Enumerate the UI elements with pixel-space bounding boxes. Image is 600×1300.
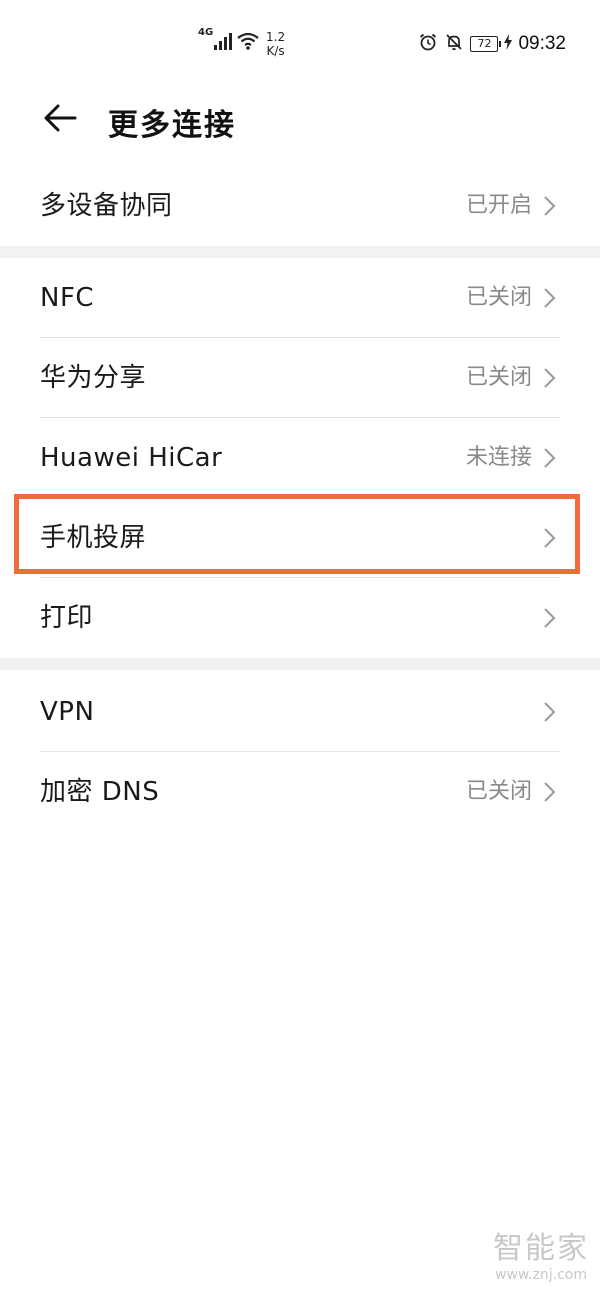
- list-item-label: 多设备协同: [40, 191, 173, 221]
- chevron-right-icon: [544, 782, 556, 802]
- section-gap: [0, 658, 600, 670]
- chevron-right-icon: [544, 288, 556, 308]
- highlight-box: [14, 494, 580, 574]
- clock: 09:32: [518, 33, 566, 54]
- charging-icon: [504, 34, 513, 54]
- list-item-nfc[interactable]: NFC 已关闭: [0, 258, 600, 338]
- list-item-status: 已关闭: [465, 779, 532, 804]
- list-item-hicar[interactable]: Huawei HiCar 未连接: [0, 418, 600, 498]
- list-item-status: 已关闭: [465, 365, 532, 390]
- list-item-label: NFC: [40, 283, 95, 313]
- chevron-right-icon: [544, 448, 556, 468]
- chevron-right-icon: [544, 608, 556, 628]
- list-item-print[interactable]: 打印: [0, 578, 600, 658]
- status-bar-right: 72 09:32: [418, 32, 566, 56]
- chevron-right-icon: [544, 702, 556, 722]
- list-item-status: 未连接: [465, 445, 532, 470]
- status-bar: 4G 1.2 K/s 72 09:32: [0, 0, 600, 86]
- list-item-multi-device[interactable]: 多设备协同 已开启: [0, 166, 600, 246]
- list-item-status: 已开启: [465, 193, 532, 218]
- list-item-label: VPN: [40, 697, 95, 727]
- app-header: 更多连接: [0, 86, 600, 156]
- page-title: 更多连接: [108, 108, 236, 143]
- watermark: 智能家 www.znj.com: [488, 1232, 594, 1284]
- network-speed-value: 1.2: [266, 30, 286, 44]
- list-item-status: 已关闭: [465, 285, 532, 310]
- section-gap: [0, 246, 600, 258]
- watermark-logo: 智能家: [493, 1231, 589, 1266]
- battery-icon: 72: [470, 36, 502, 52]
- list-item-label: Huawei HiCar: [40, 443, 223, 473]
- back-button[interactable]: [38, 98, 82, 142]
- wifi-icon: [236, 32, 260, 54]
- list-item-huawei-share[interactable]: 华为分享 已关闭: [0, 338, 600, 418]
- cellular-signal-icon: 4G: [198, 28, 233, 50]
- list-item-label: 华为分享: [40, 363, 147, 393]
- back-arrow-icon: [43, 103, 77, 137]
- watermark-url: www.znj.com: [495, 1267, 587, 1283]
- chevron-right-icon: [544, 196, 556, 216]
- list-item-label: 加密 DNS: [40, 777, 160, 807]
- list-item-encrypted-dns[interactable]: 加密 DNS 已关闭: [0, 752, 600, 832]
- notifications-off-icon: [444, 32, 464, 56]
- alarm-clock-icon: [418, 32, 438, 56]
- chevron-right-icon: [544, 368, 556, 388]
- list-item-vpn[interactable]: VPN: [0, 672, 600, 752]
- network-speed-unit: K/s: [266, 44, 285, 58]
- network-type-label: 4G: [198, 27, 214, 38]
- network-speed: 1.2 K/s: [266, 30, 285, 58]
- list-item-label: 打印: [40, 603, 94, 633]
